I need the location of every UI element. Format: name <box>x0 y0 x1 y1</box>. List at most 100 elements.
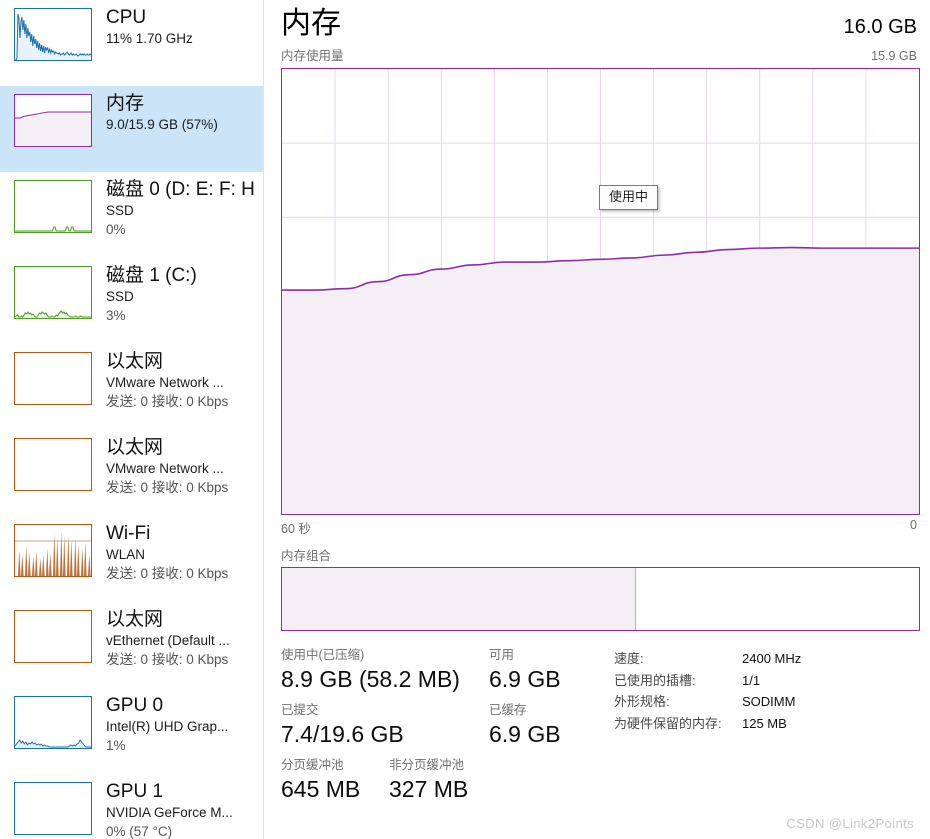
stat-label: 已提交 <box>281 703 319 717</box>
memory-usage-chart[interactable]: 使用中 <box>281 68 920 515</box>
memory-statistics: 使用中(已压缩) 8.9 GB (58.2 MB) 可用 6.9 GB 已提交 … <box>281 647 920 812</box>
sidebar-item-disk-0-graph-icon <box>14 180 92 233</box>
sidebar-item-cpu[interactable]: CPU 11% 1.70 GHz <box>0 0 263 86</box>
stat-available: 可用 6.9 GB <box>489 647 611 694</box>
sidebar-item-memory[interactable]: 内存 9.0/15.9 GB (57%) <box>0 86 263 172</box>
info-value: 1/1 <box>742 672 761 688</box>
sidebar-item-metric: 发送: 0 接收: 0 Kbps <box>106 480 229 495</box>
sidebar-item-wifi[interactable]: Wi-Fi WLAN 发送: 0 接收: 0 Kbps <box>0 516 263 602</box>
sidebar-item-gpu-1[interactable]: GPU 1 NVIDIA GeForce M... 0% (57 °C) <box>0 774 263 839</box>
sidebar-item-metric: 3% <box>106 308 126 323</box>
sidebar-item-ethernet-1[interactable]: 以太网 VMware Network ... 发送: 0 接收: 0 Kbps <box>0 344 263 430</box>
sidebar-item-metric: 0% <box>106 222 126 237</box>
sidebar-item-ethernet-3[interactable]: 以太网 vEthernet (Default ... 发送: 0 接收: 0 Kbp… <box>0 602 263 688</box>
sidebar-item-label: GPU 1 <box>106 781 164 802</box>
sidebar-item-label: 以太网 <box>106 351 164 372</box>
info-key: 已使用的插槽: <box>614 672 696 688</box>
sidebar-item-label: Wi-Fi <box>106 523 151 544</box>
task-manager-window: CPU 11% 1.70 GHz 内存 9.0/15.9 GB (57%) 磁盘 0 (… <box>0 0 930 839</box>
sidebar-item-disk-1[interactable]: 磁盘 1 (C:) SSD 3% <box>0 258 263 344</box>
sidebar-item-ethernet-3-graph-icon <box>14 610 92 663</box>
stat-label: 已缓存 <box>489 703 527 717</box>
graph-caption-row: 内存使用量 15.9 GB <box>281 45 920 64</box>
sidebar-item-ethernet-2[interactable]: 以太网 VMware Network ... 发送: 0 接收: 0 Kbps <box>0 430 263 516</box>
sidebar-item-sublabel: NVIDIA GeForce M... <box>106 805 233 820</box>
sidebar-item-wifi-graph-icon <box>14 524 92 577</box>
stat-value: 8.9 GB (58.2 MB) <box>281 666 460 692</box>
sidebar-item-memory-text: 内存 9.0/15.9 GB (57%) <box>106 92 263 134</box>
sidebar-item-ethernet-1-graph-icon <box>14 352 92 405</box>
sidebar-item-gpu-1-graph-icon <box>14 782 92 835</box>
watermark: CSDN @Link2Points <box>786 816 914 831</box>
stat-label: 使用中(已压缩) <box>281 648 365 662</box>
info-form-factor: 外形规格: SODIMM <box>614 691 920 713</box>
sidebar-item-label: 磁盘 0 (D: E: F: H <box>106 179 255 200</box>
sidebar-item-sublabel: VMware Network ... <box>106 375 224 390</box>
sidebar-item-wifi-text: Wi-Fi WLAN 发送: 0 接收: 0 Kbps <box>106 522 263 583</box>
info-key: 速度: <box>614 651 644 666</box>
sidebar-item-ethernet-2-text: 以太网 VMware Network ... 发送: 0 接收: 0 Kbps <box>106 436 263 497</box>
sidebar-item-metric: 发送: 0 接收: 0 Kbps <box>106 394 229 409</box>
axis-right-label: 0 <box>910 518 917 532</box>
sidebar-item-metric: 发送: 0 接收: 0 Kbps <box>106 652 229 667</box>
sidebar-item-sublabel: VMware Network ... <box>106 461 224 476</box>
info-value: SODIMM <box>742 694 796 709</box>
resource-sidebar[interactable]: CPU 11% 1.70 GHz 内存 9.0/15.9 GB (57%) 磁盘 0 (… <box>0 0 264 839</box>
stat-value: 327 MB <box>389 776 469 802</box>
sidebar-item-label: GPU 0 <box>106 695 164 716</box>
page-title: 内存 <box>281 7 341 40</box>
sidebar-item-disk-0-text: 磁盘 0 (D: E: F: H SSD 0% <box>106 178 263 239</box>
sidebar-item-metric: 0% (57 °C) <box>106 824 173 839</box>
sidebar-item-sublabel: 9.0/15.9 GB (57%) <box>106 117 218 132</box>
memory-detail-pane: 内存 16.0 GB 内存使用量 15.9 GB 使用中 60 秒 0 内存组合… <box>264 0 930 839</box>
info-speed: 速度: 2400 MHz <box>614 648 920 670</box>
chart-tooltip: 使用中 <box>599 185 659 210</box>
graph-label: 内存使用量 <box>281 49 344 63</box>
sidebar-item-ethernet-1-text: 以太网 VMware Network ... 发送: 0 接收: 0 Kbps <box>106 350 263 411</box>
stat-value: 645 MB <box>281 776 361 802</box>
chart-axis-labels: 60 秒 0 <box>281 518 920 537</box>
sidebar-item-sublabel: SSD <box>106 289 134 304</box>
stat-in-use: 使用中(已压缩) 8.9 GB (58.2 MB) <box>281 647 489 694</box>
sidebar-item-ethernet-3-text: 以太网 vEthernet (Default ... 发送: 0 接收: 0 Kbp… <box>106 608 263 669</box>
stat-value: 6.9 GB <box>489 666 561 692</box>
sidebar-item-memory-graph-icon <box>14 94 92 147</box>
sidebar-item-gpu-0[interactable]: GPU 0 Intel(R) UHD Grap... 1% <box>0 688 263 774</box>
sidebar-item-disk-0[interactable]: 磁盘 0 (D: E: F: H SSD 0% <box>0 172 263 258</box>
stat-row: 使用中(已压缩) 8.9 GB (58.2 MB) 可用 6.9 GB <box>281 647 611 694</box>
stat-label: 非分页缓冲池 <box>389 758 465 772</box>
sidebar-item-cpu-graph-icon <box>14 8 92 61</box>
stats-left-column: 使用中(已压缩) 8.9 GB (58.2 MB) 可用 6.9 GB 已提交 … <box>281 647 611 812</box>
stat-nonpaged-pool: 非分页缓冲池 327 MB <box>389 757 468 804</box>
stat-paged-pool: 分页缓冲池 645 MB <box>281 757 389 804</box>
memory-composition-bar[interactable] <box>281 567 920 631</box>
graph-max-label: 15.9 GB <box>871 49 917 63</box>
sidebar-item-gpu-0-graph-icon <box>14 696 92 749</box>
stat-row: 已提交 7.4/19.6 GB 已缓存 6.9 GB <box>281 702 611 749</box>
stat-committed: 已提交 7.4/19.6 GB <box>281 702 489 749</box>
sidebar-item-sublabel: 11% 1.70 GHz <box>106 31 193 46</box>
stat-label: 分页缓冲池 <box>281 758 344 772</box>
composition-label: 内存组合 <box>281 549 332 563</box>
pane-header: 内存 16.0 GB <box>281 0 920 44</box>
axis-left-label: 60 秒 <box>281 522 311 536</box>
sidebar-item-metric: 1% <box>106 738 126 753</box>
info-value: 125 MB <box>742 715 787 731</box>
sidebar-item-gpu-1-text: GPU 1 NVIDIA GeForce M... 0% (57 °C) <box>106 780 263 839</box>
sidebar-item-disk-1-graph-icon <box>14 266 92 319</box>
sidebar-item-sublabel: Intel(R) UHD Grap... <box>106 719 229 734</box>
stat-value: 6.9 GB <box>489 721 561 747</box>
info-key: 为硬件保留的内存: <box>614 715 722 731</box>
sidebar-item-label: 以太网 <box>106 437 164 458</box>
info-slots-used: 已使用的插槽: 1/1 <box>614 670 920 692</box>
sidebar-item-label: 内存 <box>106 93 145 114</box>
sidebar-item-ethernet-2-graph-icon <box>14 438 92 491</box>
info-hardware-reserved: 为硬件保留的内存: 125 MB <box>614 713 920 735</box>
sidebar-item-sublabel: vEthernet (Default ... <box>106 633 230 648</box>
info-key: 外形规格: <box>614 694 670 709</box>
stat-value: 7.4/19.6 GB <box>281 721 404 747</box>
sidebar-item-cpu-text: CPU 11% 1.70 GHz <box>106 6 263 48</box>
stat-label: 可用 <box>489 648 515 662</box>
sidebar-item-label: 磁盘 1 (C:) <box>106 265 197 286</box>
total-memory-value: 16.0 GB <box>843 16 917 38</box>
